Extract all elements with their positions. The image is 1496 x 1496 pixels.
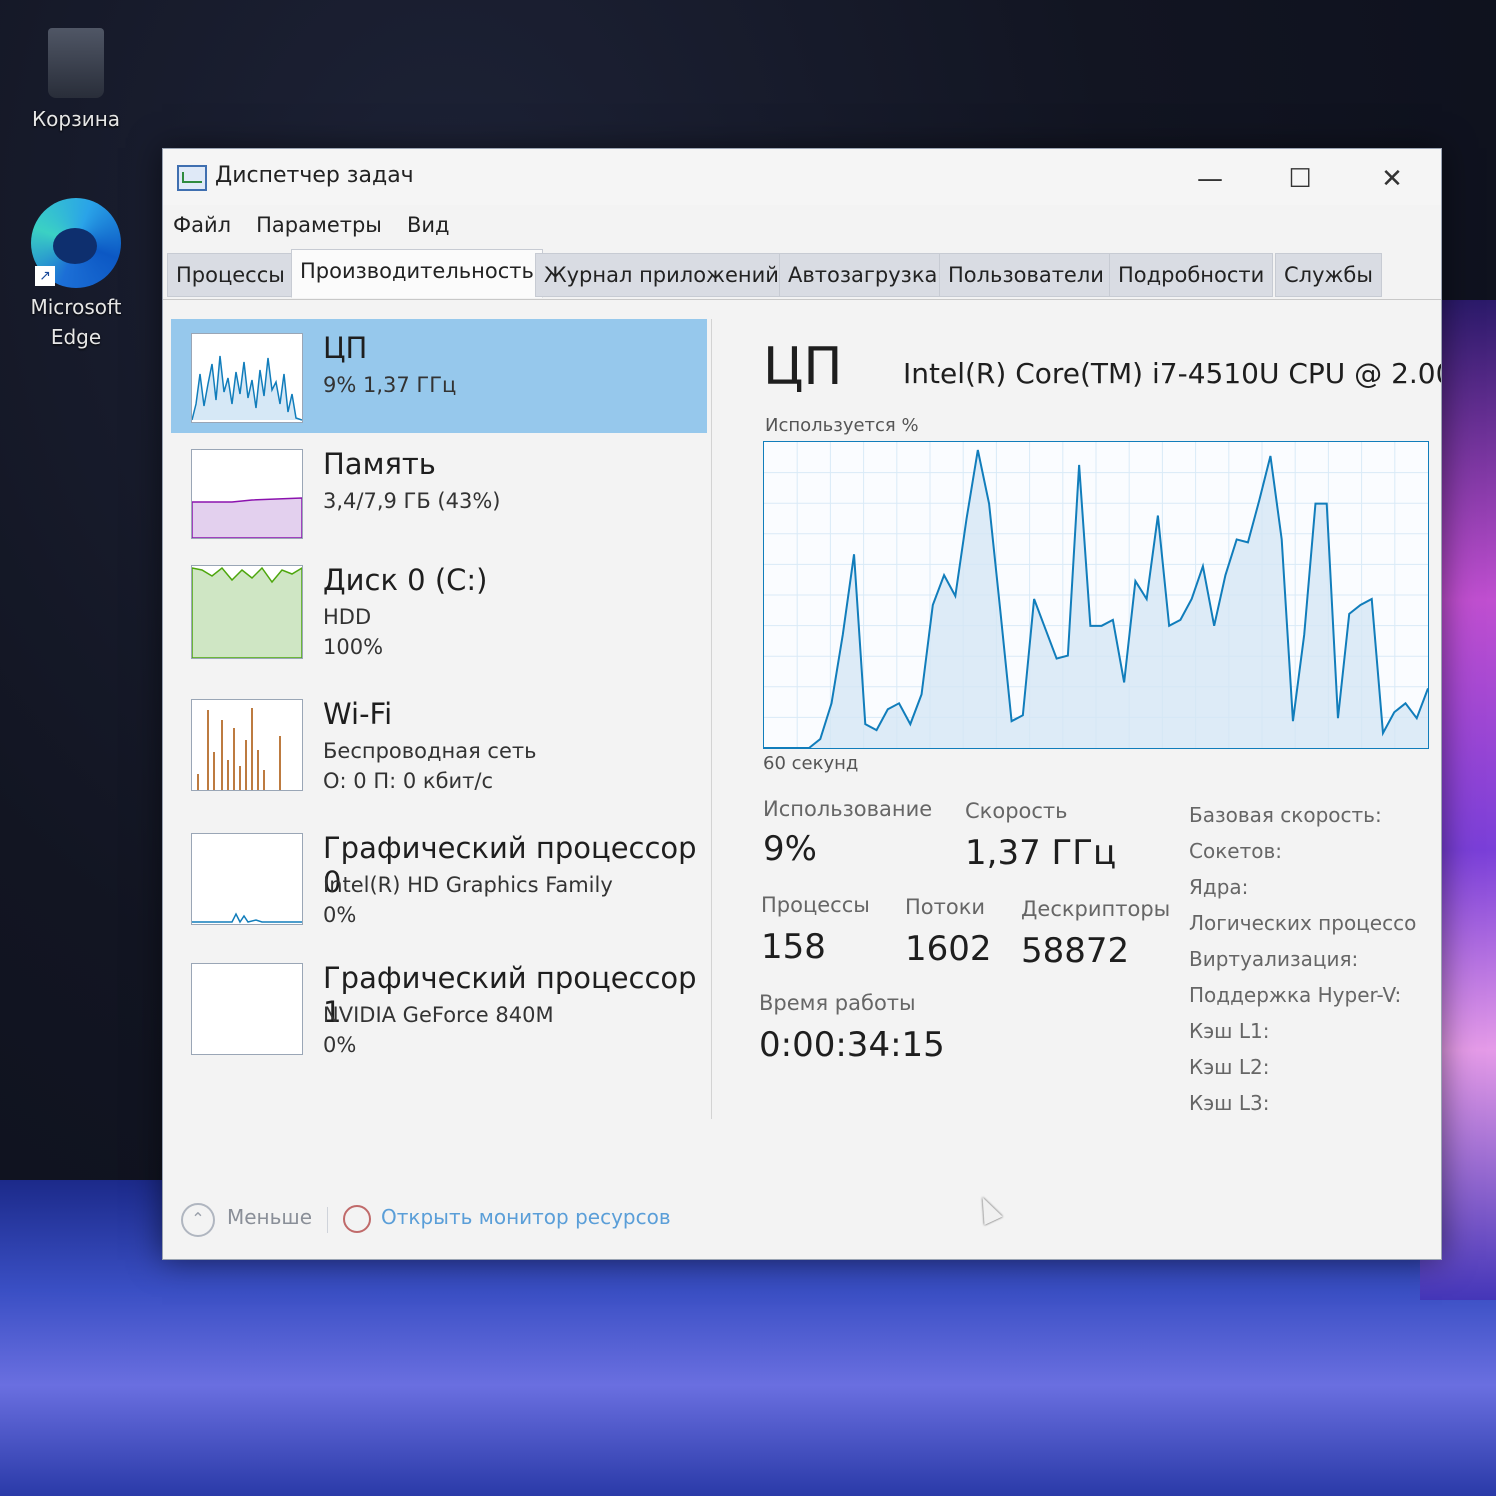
recycle-bin-icon [48,28,104,98]
resource-title: Диск 0 (C:) [323,563,488,597]
menu-view[interactable]: Вид [397,205,460,245]
usage-value: 9% [763,829,817,869]
spec-logical-processors: Логических процессо [1189,911,1417,935]
shortcut-arrow-icon: ↗ [35,266,55,286]
memory-thumbnail [191,449,303,539]
close-button[interactable]: ✕ [1357,157,1427,201]
resource-line2: О: 0 П: 0 кбит/с [323,769,494,793]
resource-gpu1[interactable]: Графический процессор 1 NVIDIA GeForce 8… [171,949,707,1063]
window-title: Диспетчер задач [215,163,414,188]
menu-file[interactable]: Файл [163,205,241,245]
gpu0-thumbnail [191,833,303,925]
spec-sockets: Сокетов: [1189,839,1282,863]
minimize-button[interactable]: — [1175,157,1245,201]
spec-cores: Ядра: [1189,875,1249,899]
resource-monitor-icon [343,1205,371,1233]
cpu-detail-panel: ЦП Intel(R) Core(TM) i7-4510U CPU @ 2.00… [753,329,1442,1229]
processes-value: 158 [761,927,826,967]
cpu-usage-chart [763,442,1429,749]
gpu0-thumbnail-graph [192,912,302,924]
task-manager-icon [177,165,207,191]
tab-performance[interactable]: Производительность [291,249,543,298]
graph-y-label: Используется % [765,415,919,436]
handles-value: 58872 [1021,931,1130,971]
spec-virtualization: Виртуализация: [1189,947,1359,971]
desktop-icon-label: Корзина [31,107,121,131]
chevron-up-icon[interactable]: ⌃ [181,1203,215,1237]
graph-x-label: 60 секунд [763,753,859,774]
cpu-model-name: Intel(R) Core(TM) i7-4510U CPU @ 2.00 [903,357,1442,390]
tab-bar: Процессы Производительность Журнал прило… [163,249,1441,300]
resource-title: Wi-Fi [323,697,393,731]
tab-users[interactable]: Пользователи [939,253,1113,297]
resource-list: ЦП 9% 1,37 ГГц Память 3,4/7,9 ГБ (43%) Д… [171,319,707,1139]
spec-l3-cache: Кэш L3: [1189,1091,1270,1115]
desktop-icon-label: Microsoft [30,295,122,319]
spec-base-speed: Базовая скорость: [1189,803,1382,827]
desktop-icon-label-2: Edge [50,325,102,349]
resource-line2: 0% [323,903,357,927]
disk-thumbnail [191,565,303,659]
resource-cpu[interactable]: ЦП 9% 1,37 ГГц [171,319,707,433]
desktop-icon-edge[interactable]: ↗ Microsoft Edge [16,198,136,352]
task-manager-window: Диспетчер задач — ☐ ✕ Файл Параметры Вид… [162,148,1442,1260]
resource-line1: HDD [323,605,372,629]
processes-label: Процессы [761,893,870,917]
menu-options[interactable]: Параметры [246,205,392,245]
spec-hyperv: Поддержка Hyper-V: [1189,983,1402,1007]
maximize-button[interactable]: ☐ [1265,157,1335,201]
resource-line2: 0% [323,1033,357,1057]
wifi-thumbnail-graph [197,708,281,790]
threads-label: Потоки [905,895,986,919]
footer-bar: ⌃ Меньше Открыть монитор ресурсов [177,1201,877,1241]
resource-disk[interactable]: Диск 0 (C:) HDD 100% [171,551,707,665]
usage-label: Использование [763,797,933,821]
tab-app-history[interactable]: Журнал приложений [535,253,788,297]
speed-label: Скорость [965,799,1068,823]
uptime-value: 0:00:34:15 [759,1025,945,1065]
resource-memory[interactable]: Память 3,4/7,9 ГБ (43%) [171,435,707,549]
wifi-thumbnail [191,699,303,791]
resource-gpu0[interactable]: Графический процессор 0 Intel(R) HD Grap… [171,819,707,933]
detail-title: ЦП [763,337,843,397]
resource-line1: 3,4/7,9 ГБ (43%) [323,489,501,513]
resource-line1: 9% 1,37 ГГц [323,373,457,397]
tab-startup[interactable]: Автозагрузка [779,253,947,297]
tab-processes[interactable]: Процессы [167,253,294,297]
memory-thumbnail-graph [191,497,303,539]
resource-title: Память [323,447,436,481]
tab-services[interactable]: Службы [1275,253,1382,297]
speed-value: 1,37 ГГц [965,833,1117,873]
resource-title: ЦП [323,331,368,365]
gpu1-thumbnail [191,963,303,1055]
resource-wifi[interactable]: Wi-Fi Беспроводная сеть О: 0 П: 0 кбит/с [171,685,707,799]
cpu-usage-graph [763,441,1429,749]
cpu-thumbnail-graph [191,355,303,421]
open-resource-monitor-link[interactable]: Открыть монитор ресурсов [381,1205,671,1229]
spec-l1-cache: Кэш L1: [1189,1019,1270,1043]
spec-l2-cache: Кэш L2: [1189,1055,1270,1079]
handles-label: Дескрипторы [1021,897,1171,921]
title-bar[interactable]: Диспетчер задач — ☐ ✕ [163,149,1441,205]
fewer-details-link[interactable]: Меньше [227,1205,312,1229]
tab-details[interactable]: Подробности [1109,253,1274,297]
resource-line1: Intel(R) HD Graphics Family [323,873,613,897]
desktop-icon-recycle-bin[interactable]: Корзина [16,20,136,134]
footer-divider [327,1207,328,1233]
resource-line2: 100% [323,635,384,659]
cpu-thumbnail [191,333,303,423]
menu-bar: Файл Параметры Вид [163,205,1441,245]
resource-line1: Беспроводная сеть [323,739,537,763]
threads-value: 1602 [905,929,992,969]
disk-thumbnail-graph [191,566,303,659]
panel-divider[interactable] [711,319,712,1119]
uptime-label: Время работы [759,991,916,1015]
resource-line1: NVIDIA GeForce 840M [323,1003,554,1027]
edge-icon: ↗ [31,198,121,288]
